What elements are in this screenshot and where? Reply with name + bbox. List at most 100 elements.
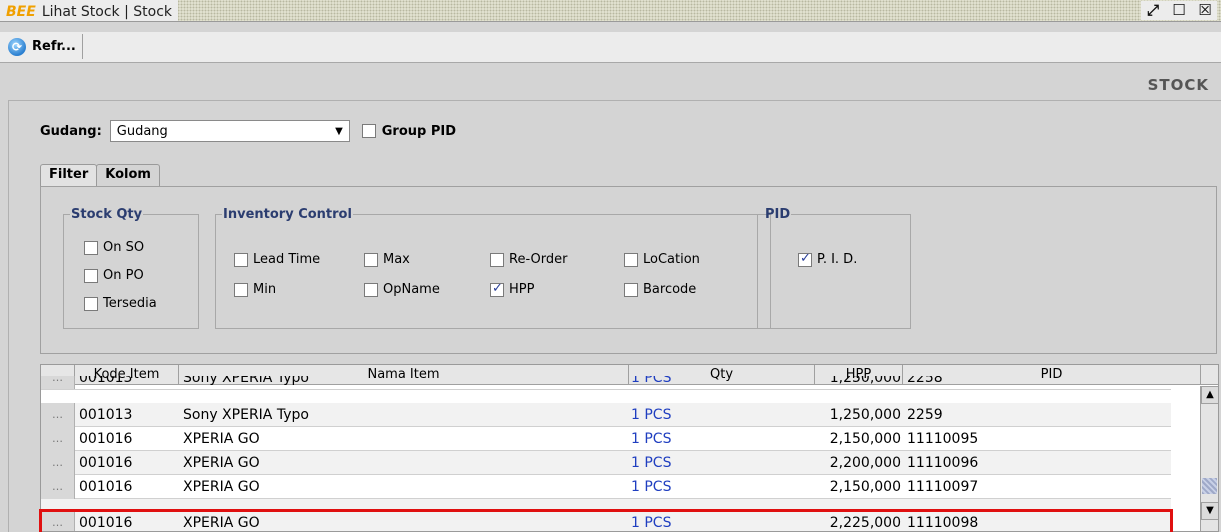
cell-qty: 1 PCS [631,376,672,386]
cell-qty: 1 PCS [631,479,672,495]
cell-hpp: 1,250,000 [829,407,901,423]
on-po-label: On PO [103,268,144,283]
option-lead-time[interactable]: Lead Time [234,252,320,267]
on-po-checkbox[interactable] [84,268,98,283]
cell-qty: 1 PCS [631,455,672,471]
cell-qty: 1 PCS [631,515,672,531]
cell-qty: 1 PCS [631,407,672,423]
row-selector[interactable]: … [41,451,75,475]
row-selector[interactable]: … [41,475,75,499]
table-row[interactable]: … 001016 XPERIA GO 1 PCS 2,150,000 11110… [41,427,1171,451]
pid-group: PID P. I. D. [757,207,911,329]
inventory-control-group: Inventory Control Lead Time Max Re-Order… [215,207,771,329]
option-on-po[interactable]: On PO [84,268,144,283]
pid-legend: PID [765,207,791,222]
maximize-icon[interactable]: ☐ [1169,1,1189,20]
option-location[interactable]: LoCation [624,252,700,267]
cell-nama: Sony XPERIA Typo [183,407,309,423]
stock-qty-legend: Stock Qty [71,207,143,222]
cell-kode: 001013 [79,376,133,386]
on-so-label: On SO [103,240,145,255]
hpp-checkbox[interactable] [490,281,504,297]
cell-nama: XPERIA GO [183,515,260,531]
inventory-control-legend: Inventory Control [223,207,352,222]
scroll-thumb[interactable] [1202,478,1217,494]
option-barcode[interactable]: Barcode [624,282,696,297]
row-selector[interactable]: … [41,427,75,451]
close-icon[interactable]: ☒ [1195,1,1215,20]
option-tersedia[interactable]: Tersedia [84,296,157,311]
opname-checkbox[interactable] [364,282,378,297]
kolom-tab-content: Stock Qty On SO On PO Tersedia Inventory… [40,186,1217,354]
stock-qty-group: Stock Qty On SO On PO Tersedia [63,207,199,329]
refresh-icon: ⟳ [8,37,26,56]
title-label-area: BEE Lihat Stock | Stock [0,0,179,21]
cell-kode: 001016 [79,431,133,447]
stock-table: Kode Item Nama Item Qty HPP PID … 001013… [40,364,1219,532]
option-pid[interactable]: P. I. D. [798,251,858,267]
cell-hpp: 2,150,000 [829,479,901,495]
tersedia-checkbox[interactable] [84,296,98,311]
page-title: STOCK [1147,76,1209,94]
pid-checkbox[interactable] [798,251,812,267]
option-hpp[interactable]: HPP [490,281,535,297]
location-label: LoCation [643,252,700,267]
option-re-order[interactable]: Re-Order [490,252,567,267]
group-pid-option[interactable]: Group PID [361,124,456,139]
scroll-down-icon[interactable]: ▼ [1201,502,1218,520]
pid-option-label: P. I. D. [817,252,858,267]
toolbar: ⟳ Refr... [0,32,1221,63]
cell-qty: 1 PCS [631,431,672,447]
option-min[interactable]: Min [234,282,276,297]
cell-nama: Sony XPERIA Typo [183,376,309,386]
cell-kode: 001013 [79,407,133,423]
refresh-button[interactable]: ⟳ Refr... [2,34,83,59]
table-row[interactable]: … 001013 Sony XPERIA Typo 1 PCS 1,250,00… [41,403,1171,427]
max-checkbox[interactable] [364,252,378,267]
option-opname[interactable]: OpName [364,282,440,297]
table-row-selected[interactable]: … 001016 XPERIA GO 1 PCS 2,225,000 11110… [41,499,1171,531]
table-row[interactable]: … 001016 XPERIA GO 1 PCS 2,200,000 11110… [41,451,1171,475]
cell-nama: XPERIA GO [183,455,260,471]
row-selector[interactable]: … [41,511,75,531]
option-on-so[interactable]: On SO [84,240,144,255]
cell-pid: 11110095 [907,431,979,447]
window-controls: ⤢ ☐ ☒ [1141,1,1217,20]
scroll-up-icon[interactable]: ▲ [1201,386,1218,404]
table-row[interactable]: … 001013 Sony XPERIA Typo 1 PCS 1,250,00… [41,376,1171,390]
cell-kode: 001016 [79,515,133,531]
opname-label: OpName [383,282,440,297]
bee-logo: BEE [6,3,36,20]
cell-kode: 001016 [79,455,133,471]
cell-hpp: 2,200,000 [829,455,901,471]
table-row[interactable]: … 001016 XPERIA GO 1 PCS 2,150,000 11110… [41,475,1171,499]
barcode-checkbox[interactable] [624,282,638,297]
cell-kode: 001016 [79,479,133,495]
gudang-select[interactable]: Gudang ▼ [109,120,350,142]
location-checkbox[interactable] [624,252,638,267]
cell-hpp: 1,250,000 [829,376,901,386]
min-checkbox[interactable] [234,282,248,297]
tab-filter[interactable]: Filter [40,164,98,186]
min-label: Min [253,282,277,297]
restore-icon[interactable]: ⤢ [1143,1,1163,20]
cell-pid: 11110098 [907,515,979,531]
cell-pid: 11110096 [907,455,979,471]
row-selector[interactable]: … [41,376,75,389]
tab-kolom[interactable]: Kolom [96,164,160,187]
lead-time-checkbox[interactable] [234,252,248,267]
option-max[interactable]: Max [364,252,410,267]
re-order-checkbox[interactable] [490,252,504,267]
cell-nama: XPERIA GO [183,479,260,495]
cell-pid: 2259 [907,407,943,423]
group-pid-checkbox[interactable] [361,124,376,138]
cell-nama: XPERIA GO [183,431,260,447]
vertical-scrollbar[interactable]: ▲ ▼ [1200,386,1218,531]
cell-pid: 11110097 [907,479,979,495]
max-label: Max [383,252,410,267]
row-selector[interactable]: … [41,403,75,427]
re-order-label: Re-Order [509,252,568,267]
cell-pid: 2258 [907,376,943,386]
hpp-label: HPP [509,282,535,297]
on-so-checkbox[interactable] [84,240,98,255]
